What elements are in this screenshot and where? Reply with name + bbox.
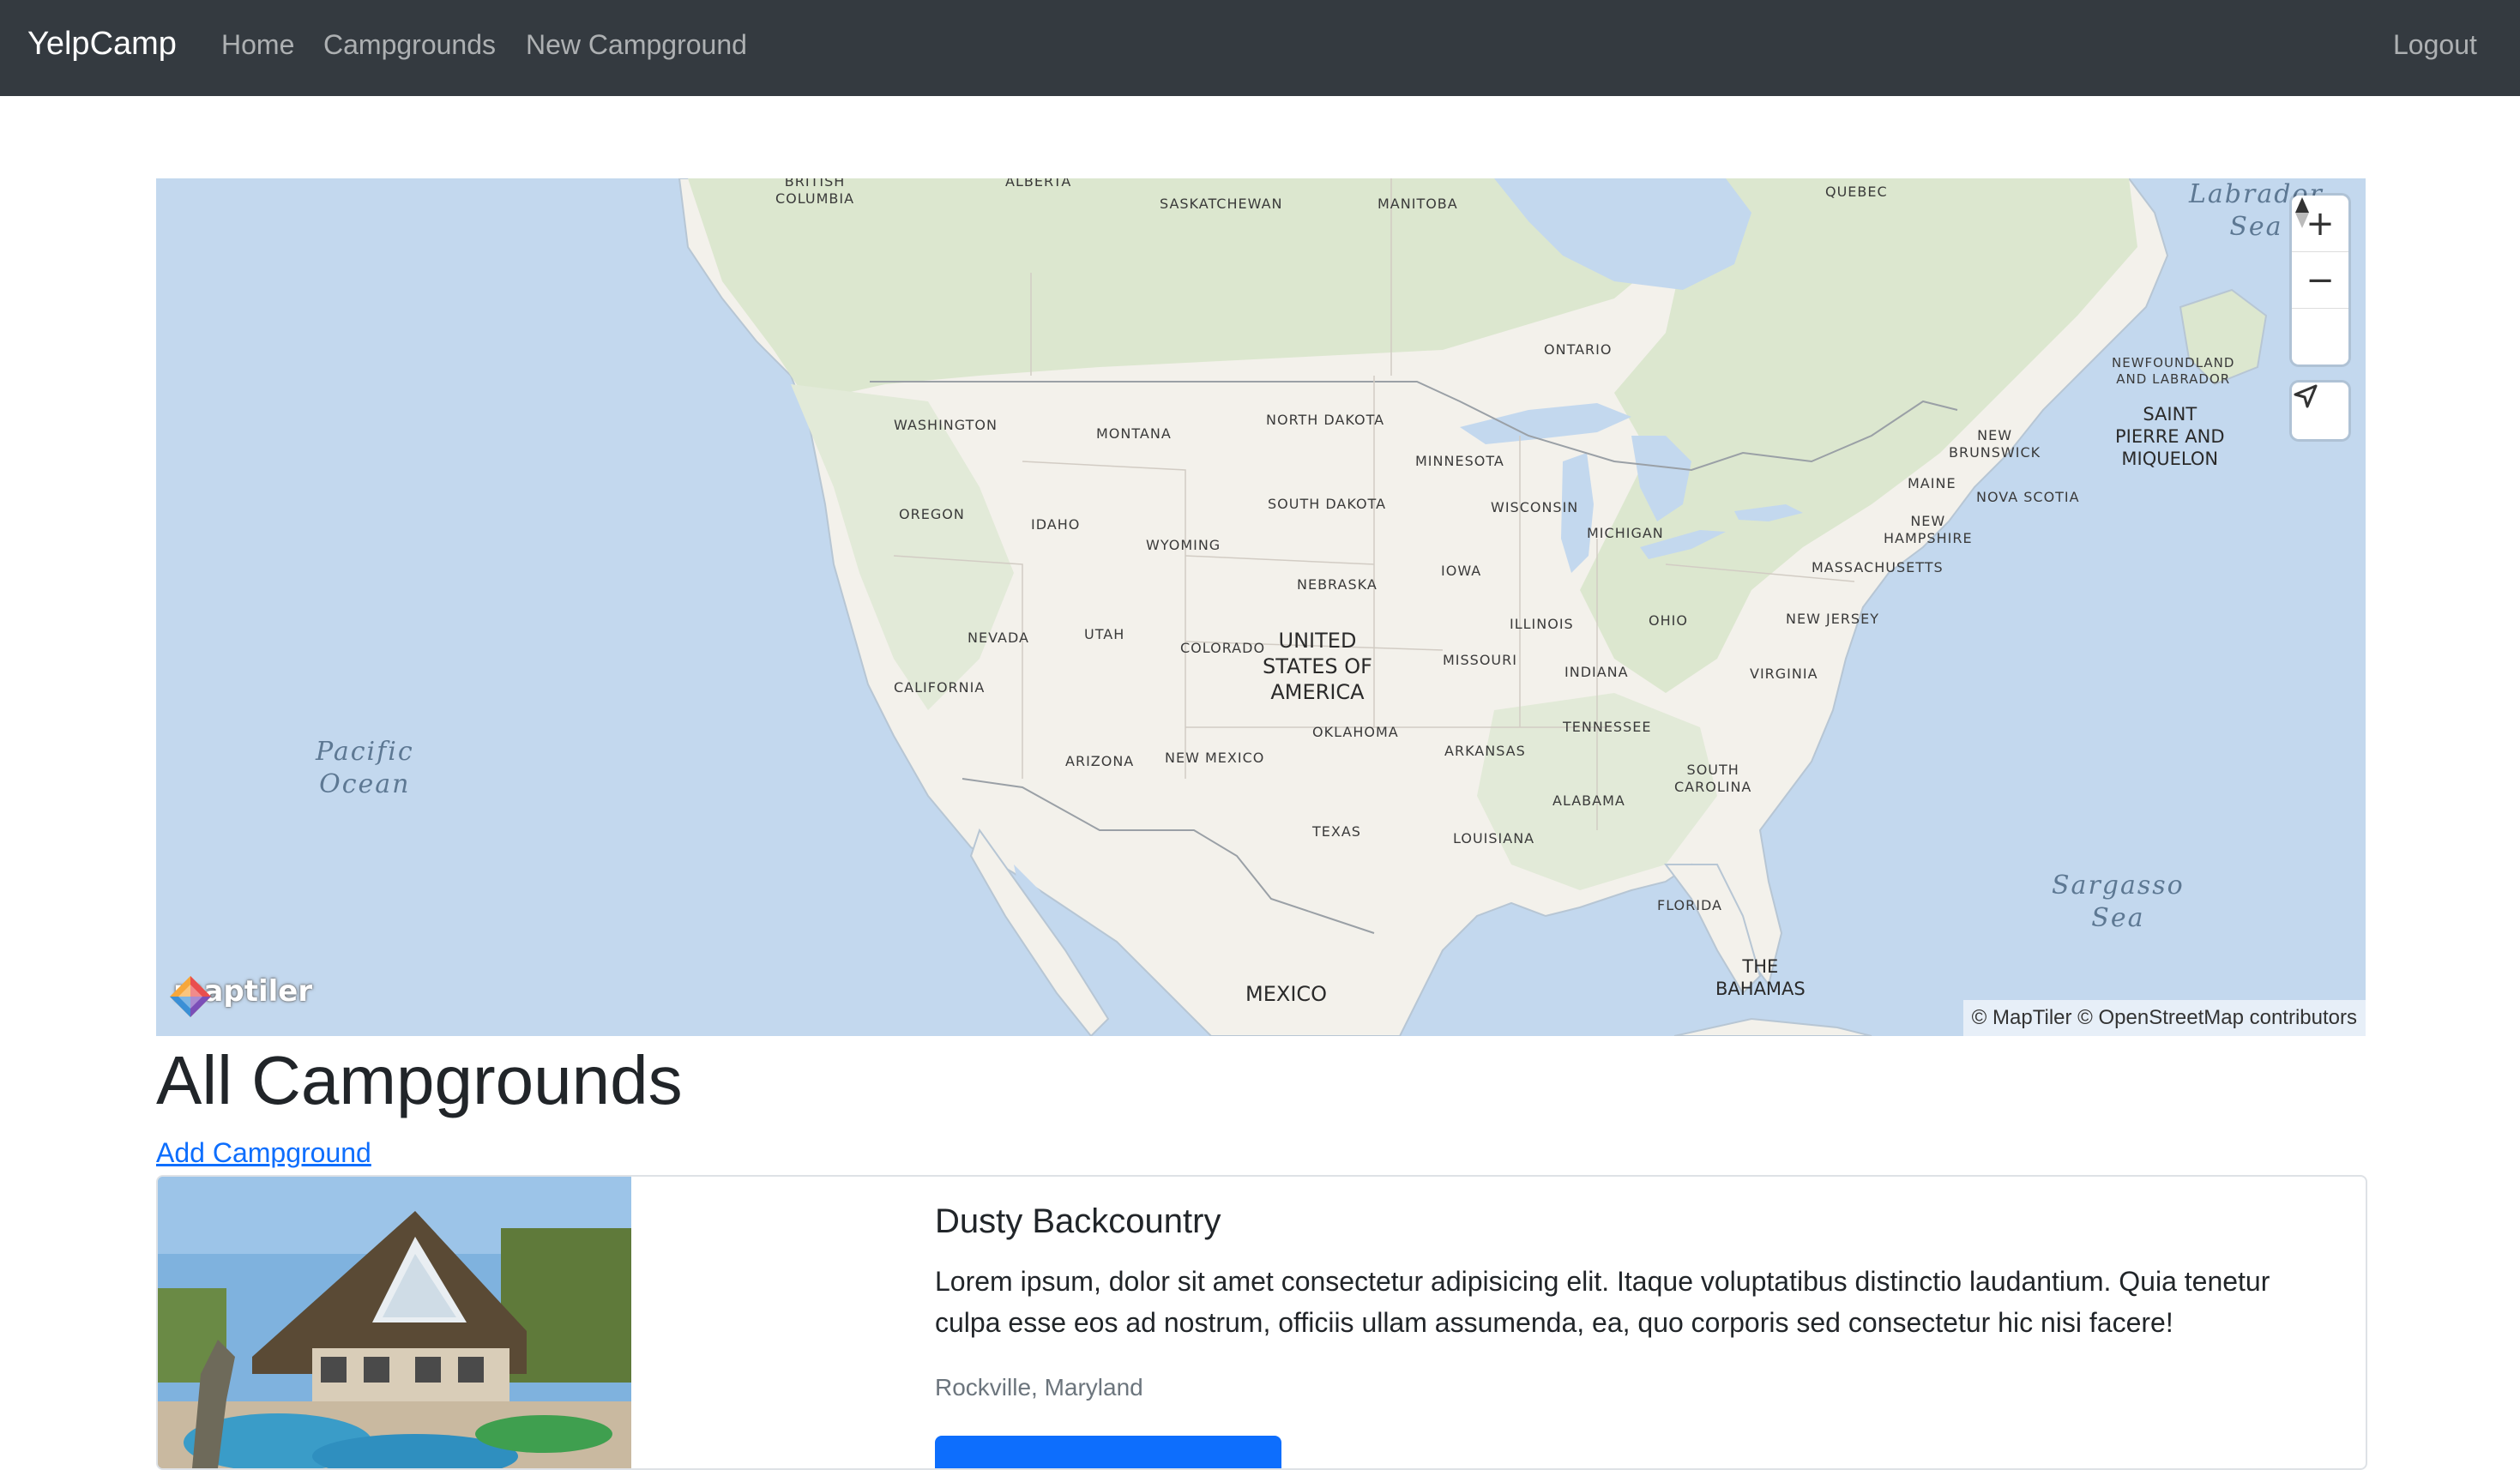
campground-description: Lorem ipsum, dolor sit amet consectetur … bbox=[935, 1266, 2270, 1338]
label-region: MISSOURI bbox=[1443, 652, 1517, 668]
label-region: TEXAS bbox=[1312, 823, 1361, 840]
map-attribution[interactable]: © MapTiler © OpenStreetMap contributors bbox=[1962, 1000, 2366, 1036]
maptiler-logo[interactable]: maptiler bbox=[168, 974, 312, 1017]
label-region: TENNESSEE bbox=[1563, 719, 1652, 735]
compass-icon bbox=[2295, 197, 2309, 228]
label-region: ALBERTA bbox=[1005, 178, 1072, 190]
campground-location: Rockville, Maryland bbox=[935, 1374, 1143, 1401]
label-region: VIRGINIA bbox=[1750, 666, 1818, 682]
label-region: QUEBEC bbox=[1825, 184, 1888, 200]
label-region: IOWA bbox=[1441, 563, 1482, 579]
label-saint-pierre: SAINT PIERRE AND MIQUELON bbox=[2115, 404, 2225, 469]
nav-link-new-campground[interactable]: New Campground bbox=[526, 29, 747, 61]
label-region: ONTARIO bbox=[1544, 341, 1613, 358]
label-region: NEVADA bbox=[968, 630, 1029, 646]
label-region: ARIZONA bbox=[1065, 753, 1135, 769]
zoom-out-button[interactable]: − bbox=[2292, 252, 2348, 309]
campground-title: Dusty Backcountry bbox=[935, 1202, 1221, 1240]
label-region: WASHINGTON bbox=[894, 417, 998, 433]
location-arrow-icon bbox=[2294, 384, 2318, 408]
label-region: IDAHO bbox=[1031, 516, 1081, 533]
logout-link[interactable]: Logout bbox=[2393, 29, 2477, 61]
label-region: SASKATCHEWAN bbox=[1160, 196, 1283, 212]
label-sargasso-sea: Sargasso Sea bbox=[2052, 871, 2185, 933]
nav-link-campgrounds[interactable]: Campgrounds bbox=[323, 29, 496, 61]
label-region: BRITISH COLUMBIA bbox=[775, 178, 855, 207]
label-region: CALIFORNIA bbox=[894, 679, 986, 696]
label-region: LOUISIANA bbox=[1453, 830, 1535, 846]
label-region: NEW BRUNSWICK bbox=[1949, 427, 2041, 461]
lodge-photo bbox=[158, 1177, 631, 1468]
label-region: OKLAHOMA bbox=[1312, 724, 1399, 740]
nav-link-home[interactable]: Home bbox=[221, 29, 294, 61]
label-region: MAINE bbox=[1908, 475, 1956, 491]
label-region: MICHIGAN bbox=[1587, 525, 1664, 541]
label-region: WYOMING bbox=[1146, 537, 1221, 553]
label-region: NEW JERSEY bbox=[1786, 611, 1879, 627]
add-campground-link[interactable]: Add Campground bbox=[156, 1137, 371, 1169]
label-bahamas: THE BAHAMAS bbox=[1715, 956, 1806, 999]
cluster-map[interactable]: Pacific Ocean Labrador Sea Sargasso Sea … bbox=[156, 178, 2366, 1036]
navbar: YelpCamp Home Campgrounds New Campground… bbox=[0, 0, 2520, 96]
label-pacific-ocean: Pacific Ocean bbox=[316, 737, 414, 799]
map-navigation-control: + − bbox=[2292, 196, 2348, 364]
label-region: COLORADO bbox=[1180, 640, 1266, 656]
label-region: NOVA SCOTIA bbox=[1976, 489, 2080, 505]
view-campground-button[interactable] bbox=[935, 1436, 1281, 1468]
label-region: NORTH DAKOTA bbox=[1266, 412, 1385, 428]
label-usa: UNITED STATES OF AMERICA bbox=[1263, 629, 1372, 704]
brand-link[interactable]: YelpCamp bbox=[27, 26, 177, 63]
label-region: SOUTH DAKOTA bbox=[1268, 496, 1387, 512]
label-region: FLORIDA bbox=[1657, 897, 1722, 913]
label-region: MANITOBA bbox=[1378, 196, 1458, 212]
map-canvas bbox=[678, 178, 2268, 1036]
label-region: UTAH bbox=[1084, 626, 1125, 642]
label-region: NEW MEXICO bbox=[1165, 750, 1265, 766]
label-region: NEBRASKA bbox=[1297, 576, 1378, 593]
label-mexico: MEXICO bbox=[1245, 982, 1328, 1006]
label-region: MASSACHUSETTS bbox=[1812, 559, 1944, 575]
label-region: ALABAMA bbox=[1552, 792, 1625, 809]
label-region: INDIANA bbox=[1564, 664, 1629, 680]
label-region: ILLINOIS bbox=[1510, 616, 1574, 632]
label-region: MONTANA bbox=[1096, 425, 1172, 442]
geolocate-button[interactable] bbox=[2292, 383, 2348, 439]
page-title: All Campgrounds bbox=[156, 1042, 683, 1118]
campground-card: Dusty Backcountry Lorem ipsum, dolor sit… bbox=[156, 1175, 2367, 1470]
campground-image bbox=[158, 1177, 631, 1468]
label-region: WISCONSIN bbox=[1491, 499, 1579, 515]
label-region: NEWFOUNDLAND AND LABRADOR bbox=[2112, 355, 2235, 387]
compass-button[interactable] bbox=[2292, 197, 2348, 364]
label-region: OHIO bbox=[1649, 612, 1688, 629]
label-region: ARKANSAS bbox=[1444, 743, 1526, 759]
label-region: SOUTH CAROLINA bbox=[1674, 762, 1752, 795]
label-region: MINNESOTA bbox=[1415, 453, 1504, 469]
map-cuba bbox=[1673, 1017, 1872, 1036]
maptiler-logo-icon bbox=[170, 976, 211, 1017]
label-region: NEW HAMPSHIRE bbox=[1884, 513, 1973, 546]
label-region: OREGON bbox=[899, 506, 965, 522]
